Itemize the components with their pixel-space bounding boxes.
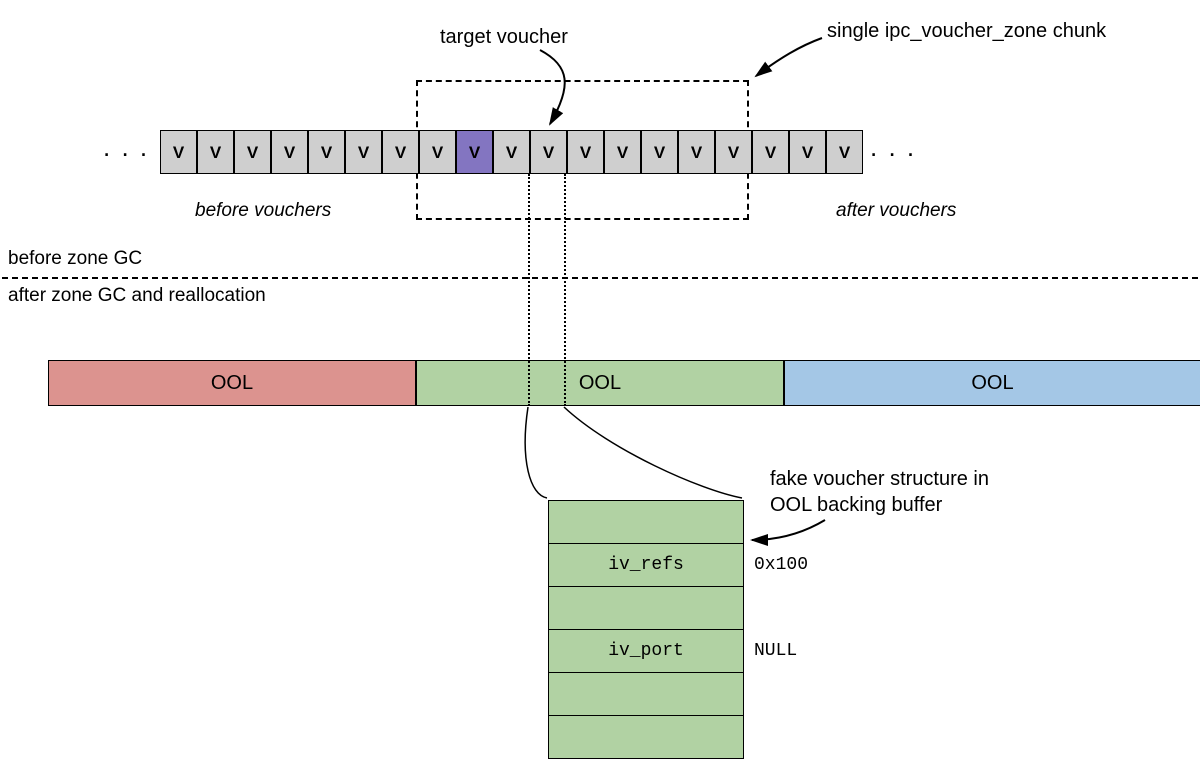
struct-row: iv_port xyxy=(548,629,744,673)
struct-row xyxy=(548,500,744,544)
voucher-cell: V xyxy=(197,130,234,174)
voucher-cell-target: V xyxy=(456,130,493,174)
dotted-left xyxy=(528,174,530,406)
before-vouchers-text: before vouchers xyxy=(195,200,331,221)
voucher-cell: V xyxy=(678,130,715,174)
voucher-cell: V xyxy=(308,130,345,174)
gc-divider xyxy=(2,277,1198,279)
dotted-right xyxy=(564,174,566,406)
ool-red: OOL xyxy=(48,360,416,406)
voucher-cell: V xyxy=(826,130,863,174)
voucher-cell: V xyxy=(345,130,382,174)
voucher-cell: V xyxy=(419,130,456,174)
struct-row: iv_refs xyxy=(548,543,744,587)
voucher-cell: V xyxy=(493,130,530,174)
fake-struct-label: fake voucher structure in OOL backing bu… xyxy=(770,466,1030,518)
struct-val: NULL xyxy=(754,641,797,661)
voucher-cell: V xyxy=(789,130,826,174)
struct-row xyxy=(548,672,744,716)
before-vouchers-label: before vouchers xyxy=(195,200,331,222)
voucher-cell: V xyxy=(567,130,604,174)
after-vouchers-label: after vouchers xyxy=(836,200,956,222)
chunk-label: single ipc_voucher_zone chunk xyxy=(827,20,1127,43)
voucher-cell: V xyxy=(604,130,641,174)
voucher-cell: V xyxy=(530,130,567,174)
before-gc-label: before zone GC xyxy=(8,248,142,270)
ellipsis-left: . . . xyxy=(103,132,149,163)
voucher-cell: V xyxy=(715,130,752,174)
voucher-cell: V xyxy=(160,130,197,174)
target-voucher-label: target voucher xyxy=(440,26,568,49)
ellipsis-right: . . . xyxy=(870,132,916,163)
struct-row xyxy=(548,586,744,630)
voucher-cell: V xyxy=(234,130,271,174)
voucher-cell: V xyxy=(382,130,419,174)
struct-val: 0x100 xyxy=(754,555,808,575)
ool-green: OOL xyxy=(416,360,784,406)
struct-row xyxy=(548,715,744,759)
ool-blue: OOL xyxy=(784,360,1200,406)
voucher-cell: V xyxy=(752,130,789,174)
after-gc-label: after zone GC and reallocation xyxy=(8,285,266,307)
voucher-cell: V xyxy=(271,130,308,174)
after-vouchers-text: after vouchers xyxy=(836,200,956,221)
voucher-cell: V xyxy=(641,130,678,174)
